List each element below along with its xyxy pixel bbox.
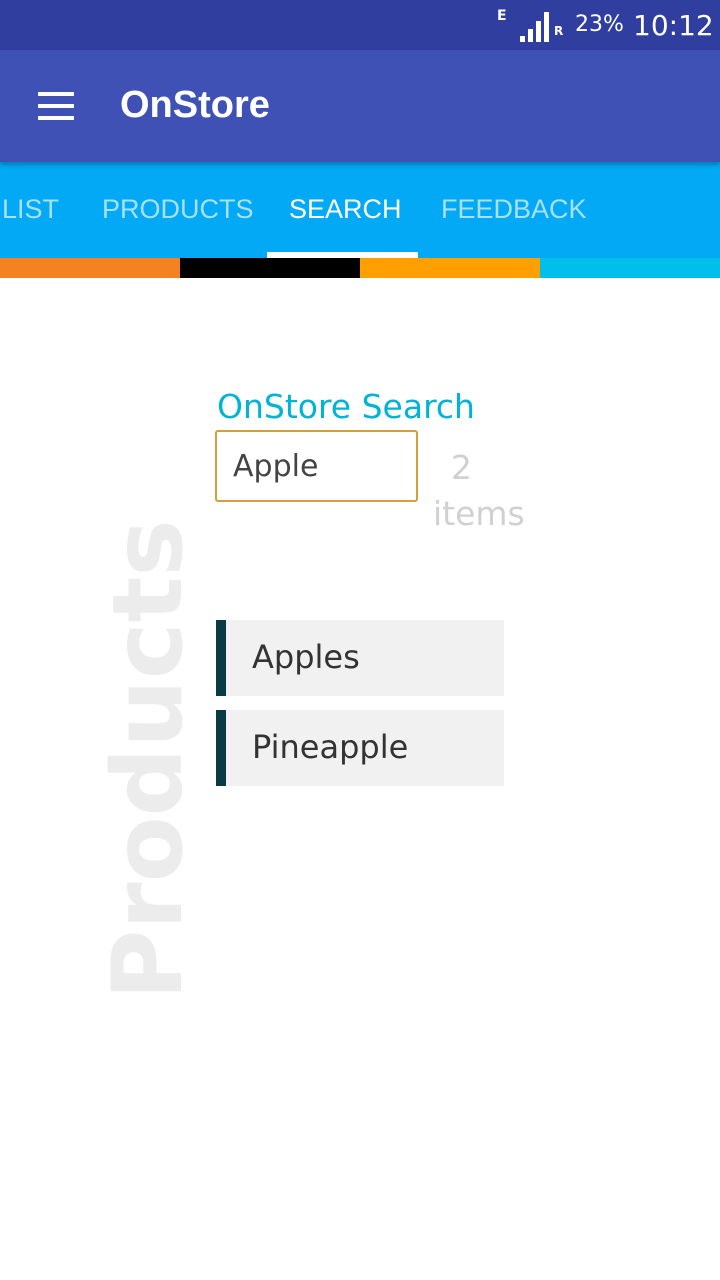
result-item-label: Pineapple <box>252 728 409 766</box>
network-type-indicator: E <box>497 8 507 24</box>
color-stripe-segment <box>540 258 720 278</box>
result-count-unit: items <box>433 494 525 533</box>
status-bar: E R 23% 10:12 <box>0 0 720 50</box>
clock: 10:12 <box>633 9 714 42</box>
color-stripe-segment <box>0 258 180 278</box>
tab-bar: LIST PRODUCTS SEARCH FEEDBACK <box>0 162 720 258</box>
hamburger-menu-icon[interactable] <box>24 80 88 132</box>
products-side-label: Products <box>92 519 204 1000</box>
result-item-pineapple[interactable]: Pineapple <box>216 710 504 786</box>
battery-percentage: 23% <box>575 12 624 37</box>
tab-feedback[interactable]: FEEDBACK <box>441 194 587 225</box>
app-title: OnStore <box>120 84 270 126</box>
color-stripe-segment <box>360 258 540 278</box>
roaming-indicator: R <box>554 24 564 38</box>
tab-products[interactable]: PRODUCTS <box>102 194 254 225</box>
app-bar: OnStore <box>0 50 720 162</box>
search-label: OnStore Search <box>217 387 475 426</box>
tab-list[interactable]: LIST <box>2 194 59 225</box>
search-input[interactable] <box>215 430 418 502</box>
result-item-apples[interactable]: Apples <box>216 620 504 696</box>
result-item-label: Apples <box>252 638 360 676</box>
color-stripe-segment <box>180 258 360 278</box>
result-count: 2 <box>451 448 472 487</box>
tab-search[interactable]: SEARCH <box>289 194 402 225</box>
signal-strength-icon <box>520 12 549 42</box>
